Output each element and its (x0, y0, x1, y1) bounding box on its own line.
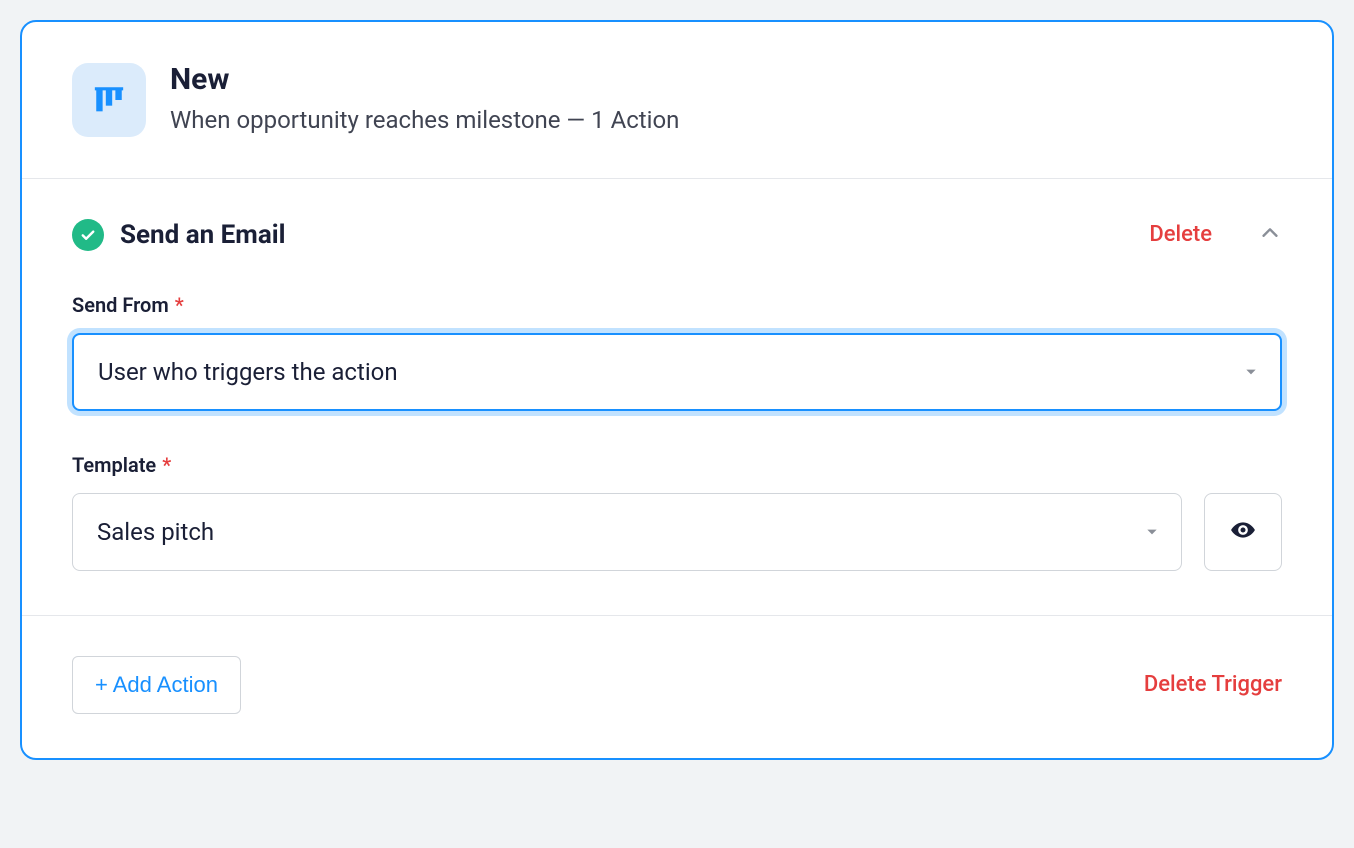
required-asterisk: * (175, 293, 184, 317)
send-from-select[interactable]: User who triggers the action (72, 333, 1282, 411)
send-from-label-text: Send From (72, 293, 169, 317)
delete-trigger-link[interactable]: Delete Trigger (1144, 672, 1282, 697)
send-from-label: Send From* (72, 293, 1282, 317)
trigger-title: New (170, 62, 679, 98)
template-value: Sales pitch (97, 518, 214, 546)
action-title: Send an Email (120, 220, 1133, 250)
required-asterisk: * (162, 453, 171, 477)
check-circle-icon (72, 219, 104, 251)
header-text: New When opportunity reaches milestone —… (170, 62, 679, 138)
caret-down-icon (1244, 365, 1258, 379)
eye-icon (1230, 517, 1256, 547)
caret-down-icon (1145, 525, 1159, 539)
template-label-text: Template (72, 453, 156, 477)
send-from-group: Send From* User who triggers the action (72, 293, 1282, 411)
trigger-subtitle: When opportunity reaches milestone — 1 A… (170, 104, 679, 138)
action-header: Send an Email Delete (72, 219, 1282, 251)
template-label: Template* (72, 453, 1282, 477)
send-from-value: User who triggers the action (98, 358, 398, 386)
collapse-button[interactable] (1258, 223, 1282, 247)
card-footer: + Add Action Delete Trigger (22, 616, 1332, 758)
milestone-icon (72, 63, 146, 137)
card-header: New When opportunity reaches milestone —… (22, 22, 1332, 179)
trigger-card: New When opportunity reaches milestone —… (20, 20, 1334, 760)
preview-template-button[interactable] (1204, 493, 1282, 571)
action-section: Send an Email Delete Send From* User who… (22, 179, 1332, 616)
add-action-button[interactable]: + Add Action (72, 656, 241, 714)
delete-action-link[interactable]: Delete (1149, 222, 1212, 247)
template-select[interactable]: Sales pitch (72, 493, 1182, 571)
template-group: Template* Sales pitch (72, 453, 1282, 571)
chevron-up-icon (1259, 222, 1281, 248)
